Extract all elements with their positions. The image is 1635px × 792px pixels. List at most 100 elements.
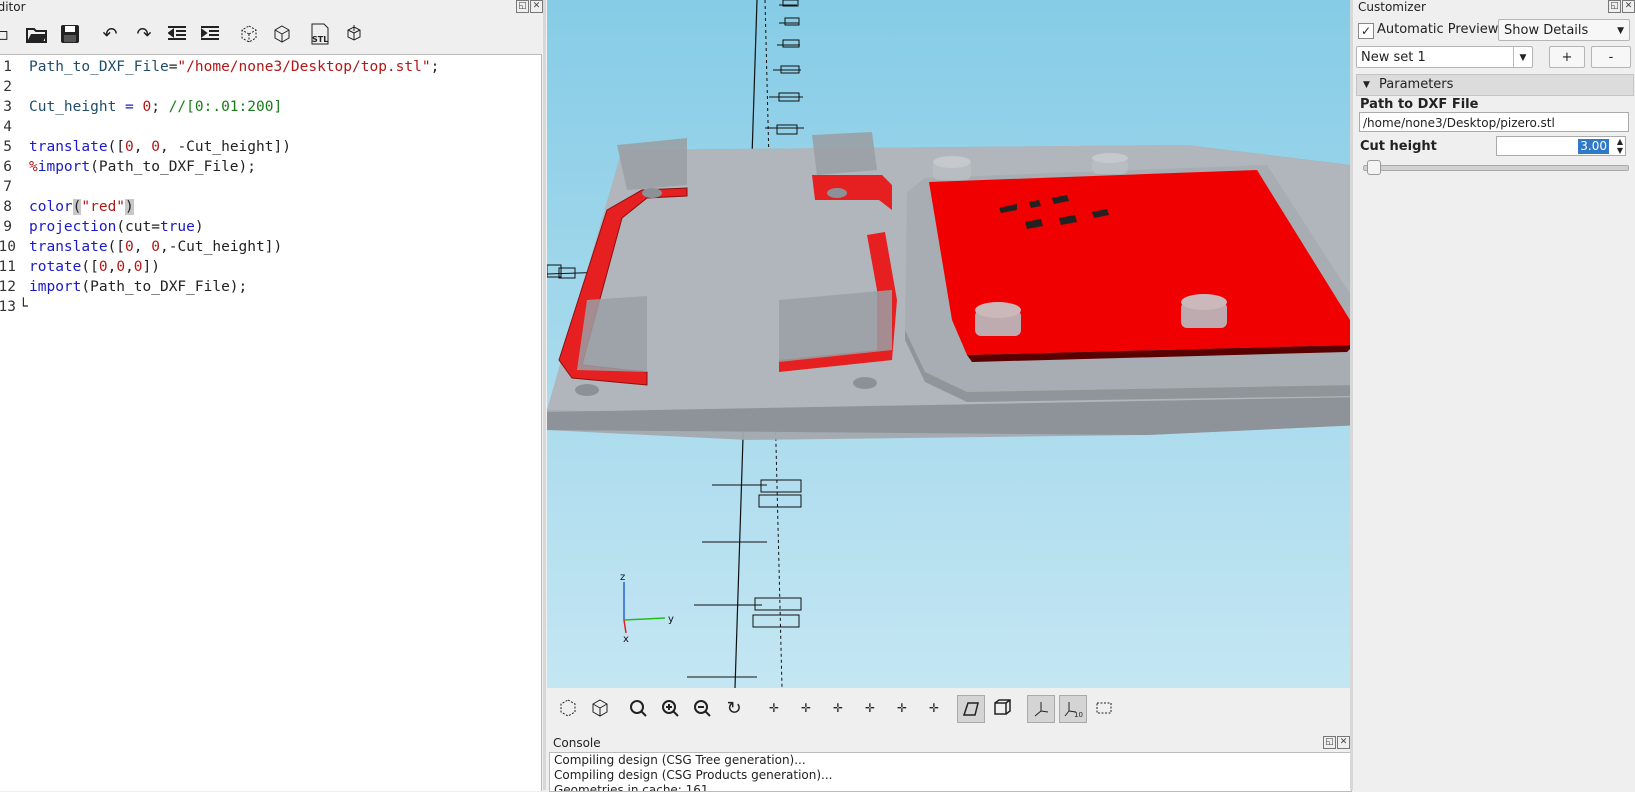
new-file-icon[interactable]: ▫: [0, 21, 16, 47]
code-line[interactable]: 1 Path_to_DXF_File="/home/none3/Desktop/t…: [0, 57, 541, 77]
code-token: ): [125, 199, 134, 215]
remove-set-button[interactable]: -: [1591, 46, 1631, 68]
code-line[interactable]: 10 translate([0, 0,-Cut_height]): [0, 237, 541, 257]
code-token: ]): [142, 259, 160, 275]
code-line[interactable]: 5 translate([0, 0, -Cut_height]): [0, 137, 541, 157]
console-title: Console: [553, 736, 601, 750]
console-output[interactable]: Compiling design (CSG Tree generation)..…: [549, 752, 1352, 792]
code-line[interactable]: 6 %import(Path_to_DXF_File);: [0, 157, 541, 177]
code-text: Path_to_DXF_File="/home/none3/Desktop/to…: [29, 57, 439, 77]
preview-icon[interactable]: [236, 21, 262, 47]
render-view-icon[interactable]: [587, 695, 613, 721]
line-number: 8: [3, 199, 12, 215]
parameters-section-header[interactable]: ▼ Parameters: [1356, 74, 1634, 96]
send-to-3d-print-icon[interactable]: [341, 21, 367, 47]
code-token: "red": [81, 199, 126, 215]
param-cut-height-label: Cut height: [1360, 139, 1437, 154]
customizer-title: Customizer: [1358, 0, 1426, 14]
line-number: 1: [3, 59, 12, 75]
code-token: translate: [29, 239, 108, 255]
float-icon[interactable]: ◱: [516, 0, 529, 13]
code-token: └: [19, 299, 28, 315]
view-top-icon[interactable]: ✛: [889, 695, 915, 721]
preview-view-icon[interactable]: [555, 695, 581, 721]
param-path-input[interactable]: /home/none3/Desktop/pizero.stl: [1359, 112, 1629, 132]
code-line[interactable]: 11 rotate([0,0,0]): [0, 257, 541, 277]
customizer-close-icon[interactable]: ✕: [1622, 0, 1635, 13]
close-icon[interactable]: ✕: [530, 0, 543, 13]
view-front-icon[interactable]: ✛: [857, 695, 883, 721]
auto-preview-checkbox[interactable]: ✓: [1358, 23, 1374, 39]
code-line[interactable]: 7: [0, 177, 541, 197]
zoom-in-icon[interactable]: [657, 695, 683, 721]
view-bottom-icon[interactable]: ✛: [921, 695, 947, 721]
export-stl-icon[interactable]: STL: [307, 21, 333, 47]
code-line[interactable]: 9 projection(cut=true): [0, 217, 541, 237]
cut-height-slider-track[interactable]: [1363, 165, 1629, 171]
render-icon[interactable]: [269, 21, 295, 47]
view-back-icon[interactable]: ✛: [825, 695, 851, 721]
collapse-triangle-icon: ▼: [1363, 80, 1370, 90]
code-text: Cut_height = 0; //[0:.01:200]: [29, 97, 282, 117]
open-file-icon[interactable]: [24, 21, 50, 47]
console-close-icon[interactable]: ✕: [1337, 736, 1350, 749]
add-set-button[interactable]: +: [1549, 46, 1585, 68]
parameter-set-value: New set 1: [1361, 50, 1426, 65]
3d-viewport[interactable]: z y x: [547, 0, 1350, 688]
line-number: 5: [3, 139, 12, 155]
code-editor[interactable]: 1 Path_to_DXF_File="/home/none3/Desktop/t…: [0, 54, 542, 791]
line-number: 2: [3, 79, 12, 95]
details-select[interactable]: Show Details ▼: [1498, 19, 1630, 41]
code-token: 0: [142, 99, 152, 115]
code-token: ;: [430, 59, 440, 75]
code-token: Cut_height: [29, 99, 126, 115]
parameter-set-select[interactable]: New set 1 ▼: [1356, 46, 1533, 68]
undo-icon[interactable]: ↶: [97, 21, 123, 47]
code-text: translate([0, 0, -Cut_height]): [29, 137, 291, 157]
svg-text:STL: STL: [312, 35, 328, 44]
view-right-icon[interactable]: ✛: [761, 695, 787, 721]
code-line[interactable]: 12 import(Path_to_DXF_File);: [0, 277, 541, 297]
show-edges-icon[interactable]: [1091, 695, 1117, 721]
spin-arrows-icon[interactable]: ▲ ▼: [1617, 137, 1623, 155]
code-line[interactable]: 13 └: [0, 297, 541, 317]
line-number: 3: [3, 99, 12, 115]
code-token: 0: [151, 239, 160, 255]
splitter-left[interactable]: [543, 0, 546, 790]
editor-title: Editor: [0, 0, 26, 14]
code-token: =: [125, 99, 143, 115]
indent-icon[interactable]: [197, 21, 223, 47]
param-cut-height-spinbox[interactable]: 3.00 ▲ ▼: [1496, 136, 1626, 156]
code-token: rotate: [29, 259, 82, 275]
console-float-icon[interactable]: ◱: [1323, 736, 1336, 749]
perspective-icon[interactable]: [957, 695, 985, 723]
line-number: 9: [3, 219, 12, 235]
redo-icon[interactable]: ↷: [131, 21, 157, 47]
show-axes-icon[interactable]: [1027, 695, 1055, 723]
show-scale-markers-icon[interactable]: 10: [1059, 695, 1087, 723]
code-token: 0: [133, 259, 143, 275]
zoom-out-icon[interactable]: [689, 695, 715, 721]
orthogonal-icon[interactable]: [989, 695, 1015, 721]
code-line[interactable]: 2: [0, 77, 541, 97]
code-line[interactable]: 4: [0, 117, 541, 137]
customizer-float-icon[interactable]: ◱: [1608, 0, 1621, 13]
unindent-icon[interactable]: [164, 21, 190, 47]
code-token: %: [29, 159, 38, 175]
code-line[interactable]: 3 Cut_height = 0; //[0:.01:200]: [0, 97, 541, 117]
reset-view-icon[interactable]: ↻: [721, 695, 747, 721]
console-line: Compiling design (CSG Tree generation)..…: [554, 753, 806, 767]
view-left-icon[interactable]: ✛: [793, 695, 819, 721]
code-token: ,: [125, 259, 134, 275]
code-text: projection(cut=true): [29, 217, 204, 237]
view-all-icon[interactable]: [625, 695, 651, 721]
save-icon[interactable]: [57, 21, 83, 47]
console-line: Compiling design (CSG Products generatio…: [554, 768, 833, 782]
code-text: └: [19, 297, 28, 317]
code-line[interactable]: 8 color("red"): [0, 197, 541, 217]
code-token: (Path_to_DXF_File);: [90, 159, 256, 175]
code-token: (Path_to_DXF_File);: [81, 279, 248, 295]
line-number: 4: [3, 119, 12, 135]
line-number: 6: [3, 159, 12, 175]
cut-height-slider-handle[interactable]: [1366, 160, 1381, 175]
